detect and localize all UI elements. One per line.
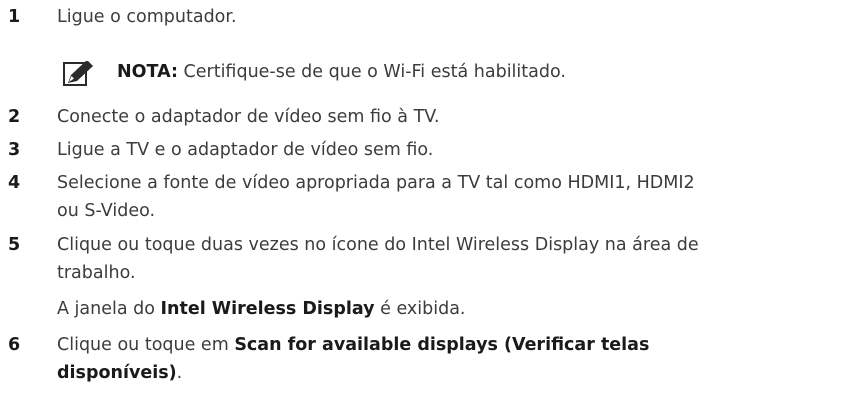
step-number: 1: [8, 7, 21, 27]
step-number: 6: [8, 335, 21, 355]
note-label: NOTA:: [117, 62, 178, 82]
step-text: Clique ou toque em Scan for available di…: [57, 335, 650, 383]
step-line: trabalho.: [57, 263, 136, 283]
step-text: Ligue a TV e o adaptador de vídeo sem fi…: [57, 140, 434, 160]
step-line: Clique ou toque duas vezes no ícone do I…: [57, 235, 699, 255]
note-body: Certifique-se de que o Wi-Fi está habili…: [177, 62, 566, 82]
window-name: Intel Wireless Display: [160, 299, 375, 319]
scan-option-name-cont: disponíveis): [57, 363, 177, 383]
step-number: 5: [8, 235, 21, 255]
step-number: 4: [8, 173, 21, 193]
step-text: Conecte o adaptador de vídeo sem fio à T…: [57, 107, 440, 127]
scan-option-name: Scan for available displays (Verificar t…: [234, 335, 650, 355]
pencil-note-icon: [63, 61, 93, 86]
step-result: A janela do Intel Wireless Display é exi…: [57, 299, 466, 319]
step-line: Selecione a fonte de vídeo apropriada pa…: [57, 173, 695, 193]
step-line: ou S-Video.: [57, 201, 156, 221]
note-text: NOTA: Certifique-se de que o Wi-Fi está …: [117, 58, 566, 86]
step-number: 2: [8, 107, 21, 127]
step-text: Selecione a fonte de vídeo apropriada pa…: [57, 169, 847, 225]
step-number: 3: [8, 140, 21, 160]
step-text: Ligue o computador.: [57, 7, 237, 27]
step-text: Clique ou toque duas vezes no ícone do I…: [57, 231, 847, 323]
